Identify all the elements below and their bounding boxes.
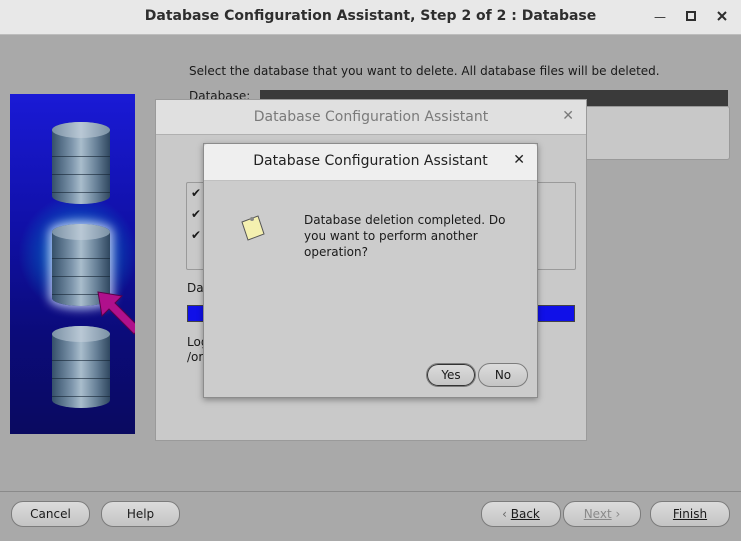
yes-button[interactable]: Yes <box>426 363 476 387</box>
note-icon <box>241 215 265 241</box>
close-icon[interactable]: ✕ <box>562 108 574 124</box>
check-icon: ✔ <box>191 186 202 200</box>
confirm-message: Database deletion completed. Do you want… <box>304 213 506 259</box>
chevron-left-icon: ‹ <box>502 507 507 521</box>
instruction-text: Select the database that you want to del… <box>189 64 660 78</box>
chevron-right-icon: › <box>615 507 621 521</box>
close-icon[interactable] <box>714 9 730 25</box>
footer-divider <box>0 491 741 492</box>
minimize-icon[interactable]: — <box>652 9 668 25</box>
finish-button[interactable]: Finish <box>650 501 730 527</box>
confirm-dialog-title: Database Configuration Assistant <box>253 153 488 169</box>
progress-dialog-titlebar: Database Configuration Assistant ✕ <box>156 100 586 135</box>
back-label: Back <box>510 507 540 521</box>
check-icon: ✔ <box>191 207 202 221</box>
database-cylinder-icon <box>52 122 110 204</box>
help-button[interactable]: Help <box>101 501 180 527</box>
database-art-panel <box>10 94 135 434</box>
maximize-icon[interactable] <box>683 9 699 25</box>
confirm-dialog: Database Configuration Assistant ✕ Datab… <box>203 143 538 398</box>
database-cylinder-icon <box>52 326 110 408</box>
cancel-button[interactable]: Cancel <box>11 501 90 527</box>
next-label: Next <box>583 507 612 521</box>
next-button[interactable]: Next › <box>563 501 641 527</box>
check-icon: ✔ <box>191 228 202 242</box>
pointer-arrow-icon <box>97 291 135 335</box>
confirm-dialog-titlebar: Database Configuration Assistant ✕ <box>204 144 537 181</box>
close-icon[interactable]: ✕ <box>513 152 525 168</box>
no-button[interactable]: No <box>478 363 528 387</box>
window-title: Database Configuration Assistant, Step 2… <box>144 8 597 24</box>
back-button[interactable]: ‹ Back <box>481 501 561 527</box>
window-titlebar: Database Configuration Assistant, Step 2… <box>0 0 741 35</box>
progress-dialog-title: Database Configuration Assistant <box>253 109 489 125</box>
finish-label: Finish <box>672 507 708 521</box>
